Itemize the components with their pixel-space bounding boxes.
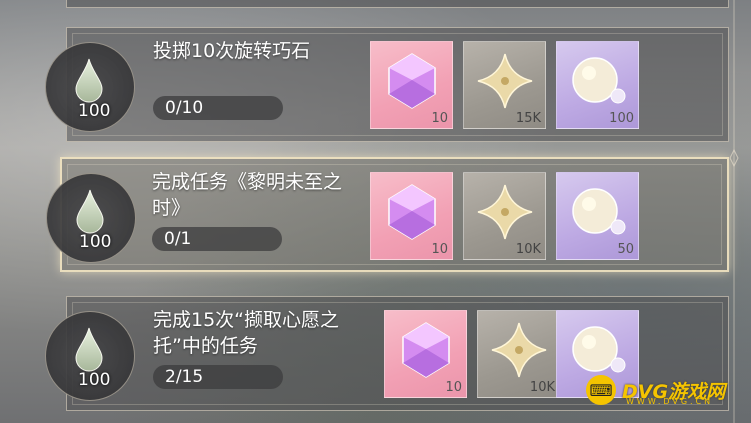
gamepad-icon: ⌨ bbox=[586, 375, 616, 405]
water-drop-icon bbox=[76, 189, 104, 234]
reward-crystal[interactable]: 10 bbox=[370, 41, 453, 129]
pearl-bubble-icon bbox=[572, 57, 626, 104]
water-drop-icon bbox=[75, 58, 103, 103]
reward-pearl[interactable]: 100 bbox=[556, 41, 639, 129]
water-drop-icon bbox=[75, 327, 103, 372]
reward-star[interactable]: 15K bbox=[463, 41, 546, 129]
reward-quantity: 50 bbox=[617, 242, 634, 257]
gold-star-icon bbox=[491, 322, 547, 378]
drop-count: 100 bbox=[78, 370, 111, 390]
task-progress: 0/10 bbox=[153, 96, 283, 120]
task-title: 完成任务《黎明未至之时》 bbox=[152, 171, 343, 219]
task-progress: 0/1 bbox=[152, 227, 282, 251]
reward-quantity: 10 bbox=[431, 111, 448, 126]
reward-quantity: 100 bbox=[609, 111, 634, 126]
task-title: 投掷10次旋转巧石 bbox=[153, 40, 311, 62]
gold-star-icon bbox=[477, 53, 533, 109]
reward-pearl[interactable]: 50 bbox=[556, 172, 639, 260]
reward-crystal[interactable]: 10 bbox=[384, 310, 467, 398]
reward-star[interactable]: 10K bbox=[463, 172, 546, 260]
right-border-ornament bbox=[729, 0, 739, 423]
drop-count: 100 bbox=[78, 101, 111, 121]
gold-star-icon bbox=[477, 184, 533, 240]
task-card-selected[interactable]: 100 完成任务《黎明未至之时》 0/1 10 10K 50 bbox=[46, 157, 729, 272]
reward-quantity: 10 bbox=[445, 380, 462, 395]
drop-badge: 100 bbox=[45, 42, 135, 132]
task-card[interactable]: 100 投掷10次旋转巧石 0/10 10 15K 100 bbox=[45, 27, 729, 142]
reward-crystal[interactable]: 10 bbox=[370, 172, 453, 260]
reward-quantity: 10K bbox=[515, 242, 541, 257]
watermark: ⌨ DVG游戏网 WWW.DVG.CN bbox=[586, 371, 741, 409]
task-progress: 2/15 bbox=[153, 365, 283, 389]
pink-crystal-icon bbox=[402, 322, 450, 378]
drop-badge: 100 bbox=[46, 173, 136, 263]
pink-crystal-icon bbox=[388, 53, 436, 109]
drop-badge: 100 bbox=[45, 311, 135, 401]
previous-task-card-edge bbox=[66, 0, 729, 8]
watermark-url: WWW.DVG.CN bbox=[626, 397, 714, 406]
drop-count: 100 bbox=[79, 232, 112, 252]
pearl-bubble-icon bbox=[572, 188, 626, 235]
reward-star[interactable]: 10K bbox=[477, 310, 560, 398]
pink-crystal-icon bbox=[388, 184, 436, 240]
reward-quantity: 10 bbox=[431, 242, 448, 257]
reward-quantity: 15K bbox=[515, 111, 541, 126]
task-title: 完成15次“撷取心愿之托”中的任务 bbox=[153, 309, 340, 357]
reward-quantity: 10K bbox=[529, 380, 555, 395]
